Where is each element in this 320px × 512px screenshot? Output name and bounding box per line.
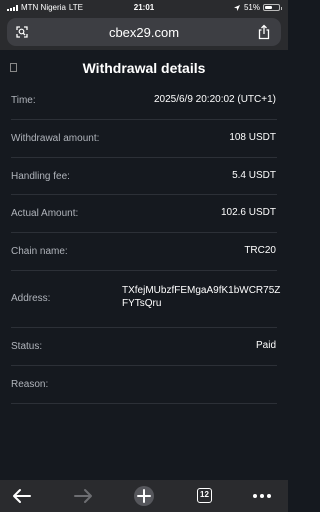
- row-value: 108 USDT: [229, 131, 276, 143]
- detail-row-time: Time: 2025/6/9 20:20:02 (UTC+1): [11, 82, 277, 120]
- forward-button[interactable]: [63, 480, 103, 512]
- tabs-icon[interactable]: 12: [197, 488, 212, 503]
- battery-level: [265, 6, 272, 9]
- detail-row-reason: Reason:: [11, 366, 277, 404]
- screen: MTN Nigeria LTE 21:01 51% cbex29.com Wit…: [0, 0, 288, 512]
- location-icon: [233, 4, 240, 11]
- detail-row-withdrawal-amount: Withdrawal amount: 108 USDT: [11, 120, 277, 158]
- row-label: Withdrawal amount:: [11, 132, 100, 144]
- address-value[interactable]: TXfejMUbzfFEMgaA9fK1bWCR75ZFYTsQru: [122, 284, 284, 310]
- url-text[interactable]: cbex29.com: [7, 25, 281, 40]
- battery-info: 51%: [233, 3, 282, 12]
- detail-row-status: Status: Paid: [11, 328, 277, 366]
- back-button[interactable]: [2, 480, 42, 512]
- more-icon[interactable]: [242, 480, 282, 512]
- row-label: Actual Amount:: [11, 208, 79, 220]
- tabs-button[interactable]: 12: [185, 480, 225, 512]
- row-value: 2025/6/9 20:20:02 (UTC+1): [153, 94, 276, 105]
- back-arrow-icon[interactable]: [2, 480, 42, 512]
- forward-arrow-icon[interactable]: [63, 480, 103, 512]
- new-tab-button[interactable]: [124, 480, 164, 512]
- row-label: Chain name:: [11, 246, 68, 258]
- battery-percent: 51%: [243, 3, 260, 12]
- page-header: Withdrawal details: [0, 50, 288, 86]
- status-value: Paid: [255, 339, 276, 351]
- status-bar: MTN Nigeria LTE 21:01 51%: [0, 0, 288, 16]
- page-title: Withdrawal details: [82, 60, 206, 76]
- row-value: 5.4 USDT: [232, 169, 276, 181]
- share-icon[interactable]: [257, 24, 271, 40]
- address-bar[interactable]: cbex29.com: [7, 18, 281, 46]
- row-label: Status:: [11, 340, 43, 352]
- battery-icon: [263, 4, 282, 11]
- row-value: 102.6 USDT: [220, 207, 276, 219]
- row-value: TRC20: [244, 245, 276, 257]
- browser-address-area: cbex29.com: [0, 16, 288, 50]
- detail-row-address: Address: TXfejMUbzfFEMgaA9fK1bWCR75ZFYTs…: [11, 271, 280, 328]
- row-label: Time:: [11, 95, 36, 106]
- row-label: Reason:: [11, 378, 49, 390]
- more-button[interactable]: [242, 480, 282, 512]
- detail-row-actual-amount: Actual Amount: 102.6 USDT: [11, 195, 277, 234]
- detail-row-chain-name: Chain name: TRC20: [11, 233, 277, 271]
- row-label: Address:: [11, 292, 51, 304]
- detail-row-handling-fee: Handling fee: 5.4 USDT: [11, 158, 277, 196]
- browser-toolbar: 12: [0, 480, 288, 512]
- plus-icon[interactable]: [124, 480, 164, 512]
- row-label: Handling fee:: [11, 170, 70, 182]
- withdrawal-details-list: Time: 2025/6/9 20:20:02 (UTC+1) Withdraw…: [0, 82, 288, 404]
